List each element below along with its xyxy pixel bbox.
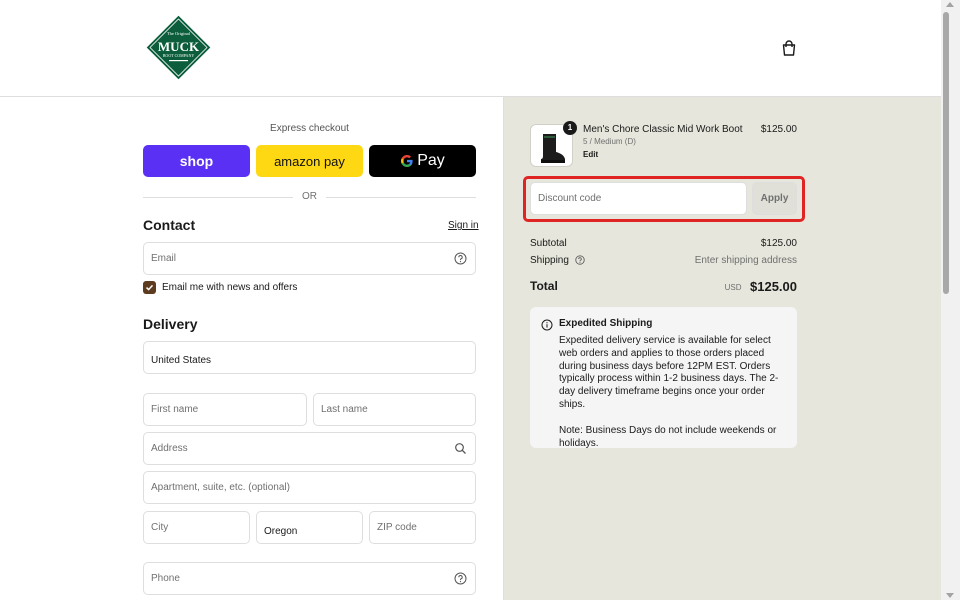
zip-placeholder: ZIP code <box>377 522 417 533</box>
state-value: Oregon <box>264 526 298 537</box>
total-value-row: USD $125.00 <box>647 278 797 296</box>
google-g-icon <box>401 155 413 167</box>
first-name-placeholder: First name <box>151 404 199 415</box>
city-placeholder: City <box>151 522 169 533</box>
country-select[interactable]: United States <box>143 341 476 374</box>
state-select[interactable]: Oregon <box>256 511 363 544</box>
notice-title: Expedited Shipping <box>559 318 653 329</box>
newsletter-checkbox[interactable] <box>143 281 156 294</box>
scroll-up-icon[interactable] <box>946 2 954 7</box>
apartment-placeholder: Apartment, suite, etc. (optional) <box>151 482 290 493</box>
or-divider: OR <box>143 190 476 204</box>
amazon-pay-label: amazon pay <box>274 153 345 169</box>
last-name-field[interactable]: Last name <box>313 393 476 426</box>
help-icon[interactable] <box>454 252 467 265</box>
notice-body: Expedited delivery service is available … <box>559 335 784 450</box>
discount-code-input[interactable]: Discount code <box>530 182 747 215</box>
email-placeholder: Email <box>151 253 177 264</box>
help-icon[interactable] <box>454 572 467 585</box>
total-label: Total <box>530 279 558 293</box>
phone-field[interactable]: Phone <box>143 562 476 595</box>
discount-placeholder: Discount code <box>538 193 602 204</box>
amazon-pay-button[interactable]: amazon pay <box>256 145 363 177</box>
edit-product-link[interactable]: Edit <box>583 150 598 159</box>
info-icon <box>541 319 553 331</box>
notice-note: Note: Business Days do not include weeke… <box>559 424 777 449</box>
product-name: Men's Chore Classic Mid Work Boot <box>583 124 743 135</box>
expedited-shipping-notice: Expedited Shipping Expedited delivery se… <box>530 307 797 450</box>
shipping-label-row: Shipping <box>530 255 585 266</box>
product-variant: 5 / Medium (D) <box>583 137 636 146</box>
checkmark-icon <box>145 284 154 291</box>
newsletter-label: Email me with news and offers <box>162 282 298 293</box>
shipping-value: Enter shipping address <box>694 255 797 266</box>
notice-paragraph: Expedited delivery service is available … <box>559 335 779 410</box>
address-placeholder: Address <box>151 443 188 454</box>
contact-heading: Contact <box>143 217 196 233</box>
shipping-label: Shipping <box>530 255 569 266</box>
apartment-field[interactable]: Apartment, suite, etc. (optional) <box>143 471 476 504</box>
subtotal-label: Subtotal <box>530 238 567 249</box>
city-field[interactable]: City <box>143 511 250 544</box>
logo-text-sub: BOOT COMPANY <box>163 53 195 58</box>
help-icon[interactable] <box>575 255 585 266</box>
total-amount: $125.00 <box>750 279 797 294</box>
shop-pay-label: shop <box>179 153 214 169</box>
google-pay-button[interactable]: Pay <box>369 145 476 177</box>
shop-pay-button[interactable]: shop <box>143 145 250 177</box>
site-header: The Original MUCK BOOT COMPANY <box>0 0 941 97</box>
phone-placeholder: Phone <box>151 573 180 584</box>
page-scrollbar[interactable] <box>941 0 960 600</box>
scrollbar-thumb[interactable] <box>943 12 949 294</box>
search-icon <box>455 443 466 454</box>
last-name-placeholder: Last name <box>321 404 368 415</box>
total-currency: USD <box>724 283 742 292</box>
logo-text-main: MUCK <box>158 39 200 54</box>
logo-text-top: The Original <box>167 31 191 36</box>
quantity-badge: 1 <box>563 121 577 135</box>
apply-discount-button[interactable]: Apply <box>752 182 797 215</box>
first-name-field[interactable]: First name <box>143 393 307 426</box>
country-value: United States <box>151 355 212 366</box>
delivery-heading: Delivery <box>143 316 198 332</box>
bag-icon[interactable] <box>780 39 798 57</box>
muck-boot-logo[interactable]: The Original MUCK BOOT COMPANY <box>145 14 212 81</box>
subtotal-value: $125.00 <box>760 238 797 249</box>
zip-field[interactable]: ZIP code <box>369 511 476 544</box>
divider-line-right <box>326 197 476 198</box>
product-price: $125.00 <box>760 124 797 135</box>
scroll-down-icon[interactable] <box>946 593 954 598</box>
email-field[interactable]: Email <box>143 242 476 275</box>
express-checkout-label: Express checkout <box>270 123 349 134</box>
sign-in-link[interactable]: Sign in <box>448 220 479 231</box>
address-field[interactable]: Address <box>143 432 476 465</box>
google-pay-label: Pay <box>417 152 445 169</box>
